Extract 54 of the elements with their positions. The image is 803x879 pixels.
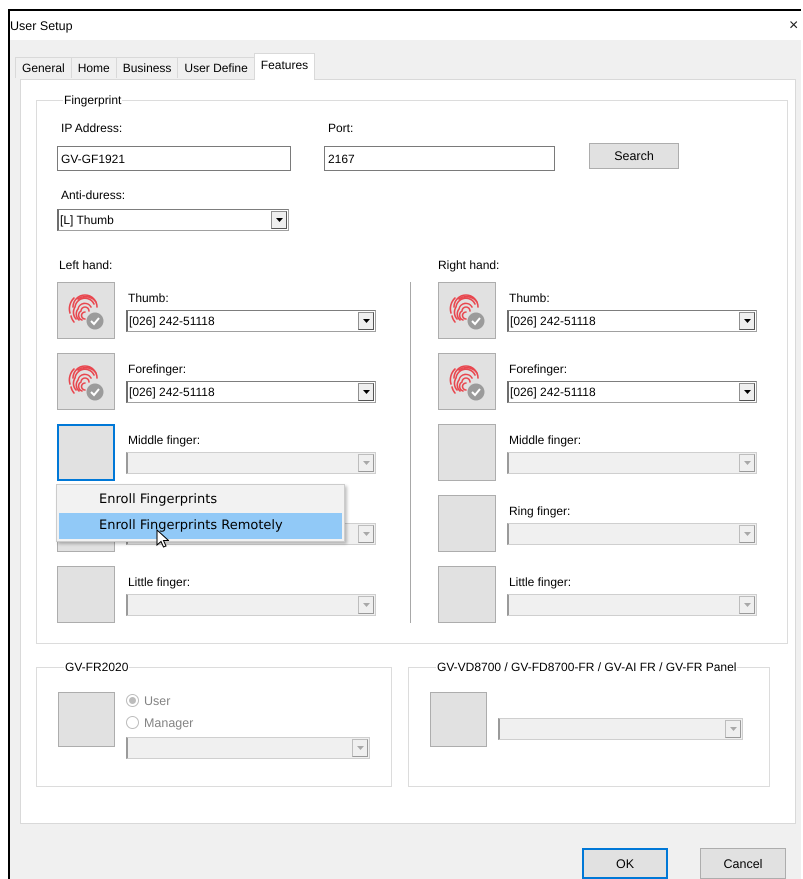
window-title: User Setup xyxy=(10,18,73,32)
face-tile[interactable] xyxy=(58,692,115,747)
group-title: GV-FR2020 xyxy=(64,660,130,675)
finger-label: Little finger: xyxy=(509,575,572,590)
dropdown[interactable]: [026] 242-51118 xyxy=(126,310,376,332)
finger-label: Forefinger: xyxy=(128,362,188,377)
dropdown-arrow-icon xyxy=(744,532,750,536)
tab[interactable]: Features xyxy=(254,53,316,80)
dropdown-arrow-icon xyxy=(744,390,750,394)
finger-label: Middle finger: xyxy=(128,433,202,448)
hand-label: Right hand: xyxy=(438,258,500,273)
group-title: GV-VD8700 / GV-FD8700-FR / GV-AI FR / GV-FR Panel xyxy=(436,660,738,675)
menu-item[interactable]: Enroll Fingerprints Remotely xyxy=(59,513,342,539)
fingerprint-tile[interactable] xyxy=(57,282,115,339)
tab[interactable]: General xyxy=(15,57,72,78)
dropdown-arrow-icon xyxy=(744,461,750,465)
dropdown-arrow-icon xyxy=(362,461,370,465)
dropdown-arrow-icon xyxy=(276,218,282,222)
finger-label: Ring finger: xyxy=(509,504,572,519)
fingerprint-tile[interactable] xyxy=(438,282,496,339)
field-label: Port: xyxy=(328,121,354,136)
dropdown-arrow-icon xyxy=(362,390,370,394)
field-label: IP Address: xyxy=(61,121,124,136)
radio-label: User xyxy=(144,694,170,708)
dropdown-arrow-icon xyxy=(356,746,364,750)
finger-label: Little finger: xyxy=(128,575,192,590)
group-title: Fingerprint xyxy=(63,93,122,108)
dropdown-arrow-icon xyxy=(744,319,750,323)
hand-label: Left hand: xyxy=(59,258,114,273)
face-tile[interactable] xyxy=(430,692,487,747)
push-button[interactable]: Search xyxy=(589,143,679,169)
finger-label: Forefinger: xyxy=(509,362,568,377)
fingerprint-tile[interactable] xyxy=(438,353,496,410)
dropdown-arrow-icon xyxy=(362,319,370,323)
dropdown[interactable]: [026] 242-51118 xyxy=(507,381,757,403)
dropdown-arrow-icon xyxy=(362,532,370,536)
dropdown-arrow-icon xyxy=(730,727,736,731)
radio-label: Manager xyxy=(144,716,194,730)
push-button[interactable]: Cancel xyxy=(700,848,786,879)
dropdown[interactable]: [L] Thumb xyxy=(57,209,289,231)
push-button[interactable]: OK xyxy=(582,848,668,879)
field-label: Anti-duress: xyxy=(61,188,126,203)
close-icon[interactable]: × xyxy=(789,18,801,34)
finger-label: Thumb: xyxy=(509,291,551,306)
input-field[interactable]: 2167 xyxy=(324,146,555,171)
input-field[interactable]: GV-GF1921 xyxy=(57,146,291,171)
finger-label: Thumb: xyxy=(128,291,170,306)
dropdown-arrow-icon xyxy=(362,603,370,607)
menu-item[interactable]: Enroll Fingerprints xyxy=(59,487,342,513)
dropdown-arrow-icon xyxy=(744,603,750,607)
fingerprint-tile[interactable] xyxy=(57,353,115,410)
dropdown[interactable]: [026] 242-51118 xyxy=(507,310,757,332)
finger-label: Middle finger: xyxy=(509,433,582,448)
dropdown[interactable]: [026] 242-51118 xyxy=(126,381,376,403)
